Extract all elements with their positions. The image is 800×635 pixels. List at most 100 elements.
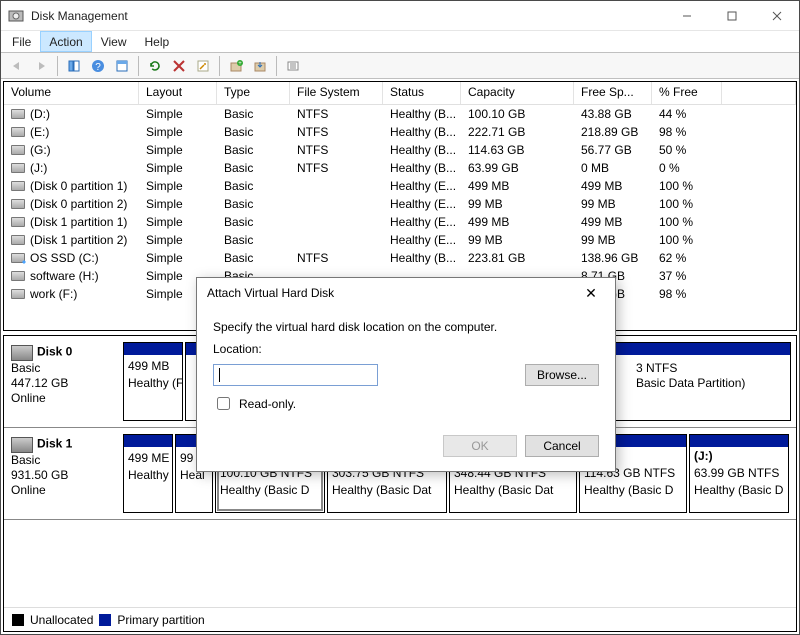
settings-button[interactable] <box>281 55 305 77</box>
volume-cell: 138.96 GB <box>574 251 652 265</box>
browse-button[interactable]: Browse... <box>525 364 599 386</box>
svg-text:?: ? <box>95 62 101 73</box>
volume-cell: Basic <box>217 251 290 265</box>
volume-cell: 100 % <box>652 197 722 211</box>
windows-drive-icon <box>11 253 25 263</box>
show-hide-tree-button[interactable] <box>62 55 86 77</box>
volume-cell: 100 % <box>652 179 722 193</box>
volume-row[interactable]: (Disk 0 partition 2)SimpleBasicHealthy (… <box>4 195 796 213</box>
menu-help[interactable]: Help <box>136 31 179 52</box>
volume-cell: 100.10 GB <box>461 107 574 121</box>
volume-row[interactable]: (D:)SimpleBasicNTFSHealthy (B...100.10 G… <box>4 105 796 123</box>
column-header[interactable]: % Free <box>652 82 722 104</box>
volume-cell: 63.99 GB <box>461 161 574 175</box>
column-header[interactable]: Layout <box>139 82 217 104</box>
volume-cell: 44 % <box>652 107 722 121</box>
volume-cell: NTFS <box>290 125 383 139</box>
volume-name-cell: software (H:) <box>4 269 139 283</box>
legend-unallocated-label: Unallocated <box>30 613 93 627</box>
console-props-button[interactable] <box>110 55 134 77</box>
maximize-button[interactable] <box>709 1 754 30</box>
drive-icon <box>11 109 25 119</box>
volume-cell: Simple <box>139 197 217 211</box>
volume-cell: 0 % <box>652 161 722 175</box>
volume-name-cell: (E:) <box>4 125 139 139</box>
dialog-close-button[interactable]: ✕ <box>577 280 605 306</box>
drive-icon <box>11 271 25 281</box>
help-button[interactable]: ? <box>86 55 110 77</box>
volume-cell: 50 % <box>652 143 722 157</box>
column-header[interactable]: Type <box>217 82 290 104</box>
volume-cell: Simple <box>139 179 217 193</box>
volume-row[interactable]: (E:)SimpleBasicNTFSHealthy (B...222.71 G… <box>4 123 796 141</box>
volume-cell: Simple <box>139 215 217 229</box>
delete-button[interactable] <box>167 55 191 77</box>
volume-cell: Healthy (B... <box>383 143 461 157</box>
partition[interactable]: 499 MEHealthy <box>123 434 173 513</box>
volume-row[interactable]: (J:)SimpleBasicNTFSHealthy (B...63.99 GB… <box>4 159 796 177</box>
partition[interactable]: 499 MBHealthy (F <box>123 342 183 421</box>
column-header[interactable]: Status <box>383 82 461 104</box>
menu-view[interactable]: View <box>92 31 136 52</box>
volume-row[interactable]: (Disk 1 partition 2)SimpleBasicHealthy (… <box>4 231 796 249</box>
volume-cell: Basic <box>217 215 290 229</box>
disk-info[interactable]: Disk 1Basic931.50 GBOnline <box>9 434 121 513</box>
forward-button[interactable] <box>29 55 53 77</box>
column-header[interactable]: Free Sp... <box>574 82 652 104</box>
refresh-button[interactable] <box>143 55 167 77</box>
dialog-titlebar: Attach Virtual Hard Disk ✕ <box>197 278 615 308</box>
volume-name-cell: (Disk 0 partition 1) <box>4 179 139 193</box>
back-button[interactable] <box>5 55 29 77</box>
volume-cell: 222.71 GB <box>461 125 574 139</box>
column-header[interactable]: File System <box>290 82 383 104</box>
legend-primary-swatch <box>99 614 111 626</box>
menu-file[interactable]: File <box>3 31 40 52</box>
close-button[interactable] <box>754 1 799 30</box>
volume-row[interactable]: (Disk 0 partition 1)SimpleBasicHealthy (… <box>4 177 796 195</box>
volume-cell: Basic <box>217 197 290 211</box>
volume-name-cell: (D:) <box>4 107 139 121</box>
volume-name-cell: (J:) <box>4 161 139 175</box>
partition[interactable]: (J:)63.99 GB NTFSHealthy (Basic D <box>689 434 789 513</box>
drive-icon <box>11 289 25 299</box>
location-input[interactable] <box>213 364 378 386</box>
volume-name-cell: (Disk 0 partition 2) <box>4 197 139 211</box>
window-title: Disk Management <box>31 9 664 23</box>
readonly-checkbox-row[interactable]: Read-only. <box>213 394 599 413</box>
volume-cell: Basic <box>217 161 290 175</box>
volume-name-cell: (G:) <box>4 143 139 157</box>
volume-name-cell: (Disk 1 partition 1) <box>4 215 139 229</box>
attach-vhd-dialog: Attach Virtual Hard Disk ✕ Specify the v… <box>196 277 616 472</box>
ok-button[interactable]: OK <box>443 435 517 457</box>
column-header[interactable]: Volume <box>4 82 139 104</box>
legend-primary-label: Primary partition <box>117 613 204 627</box>
volume-row[interactable]: (Disk 1 partition 1)SimpleBasicHealthy (… <box>4 213 796 231</box>
volume-cell: NTFS <box>290 143 383 157</box>
dialog-instruction: Specify the virtual hard disk location o… <box>213 320 599 334</box>
new-volume-button[interactable]: + <box>224 55 248 77</box>
volume-row[interactable]: OS SSD (C:)SimpleBasicNTFSHealthy (B...2… <box>4 249 796 267</box>
volume-cell: Healthy (E... <box>383 179 461 193</box>
volume-list-header[interactable]: VolumeLayoutTypeFile SystemStatusCapacit… <box>4 82 796 105</box>
partition-peek-labels: 3 NTFSBasic Data Partition) <box>636 361 786 391</box>
disk-info[interactable]: Disk 0Basic447.12 GBOnline <box>9 342 121 421</box>
drive-icon <box>11 235 25 245</box>
column-header[interactable]: Capacity <box>461 82 574 104</box>
titlebar: Disk Management <box>1 1 799 31</box>
properties-button[interactable] <box>191 55 215 77</box>
readonly-checkbox[interactable] <box>217 397 230 410</box>
volume-cell: Healthy (B... <box>383 125 461 139</box>
minimize-button[interactable] <box>664 1 709 30</box>
disk-icon <box>11 345 33 361</box>
volume-cell: Basic <box>217 143 290 157</box>
cancel-button[interactable]: Cancel <box>525 435 599 457</box>
volume-cell: Simple <box>139 233 217 247</box>
volume-cell: 499 MB <box>574 215 652 229</box>
attach-vhd-button[interactable] <box>248 55 272 77</box>
volume-row[interactable]: (G:)SimpleBasicNTFSHealthy (B...114.63 G… <box>4 141 796 159</box>
volume-cell: Simple <box>139 125 217 139</box>
menu-action[interactable]: Action <box>40 31 91 52</box>
menubar: FileActionViewHelp <box>1 31 799 52</box>
legend-unallocated-swatch <box>12 614 24 626</box>
drive-icon <box>11 145 25 155</box>
